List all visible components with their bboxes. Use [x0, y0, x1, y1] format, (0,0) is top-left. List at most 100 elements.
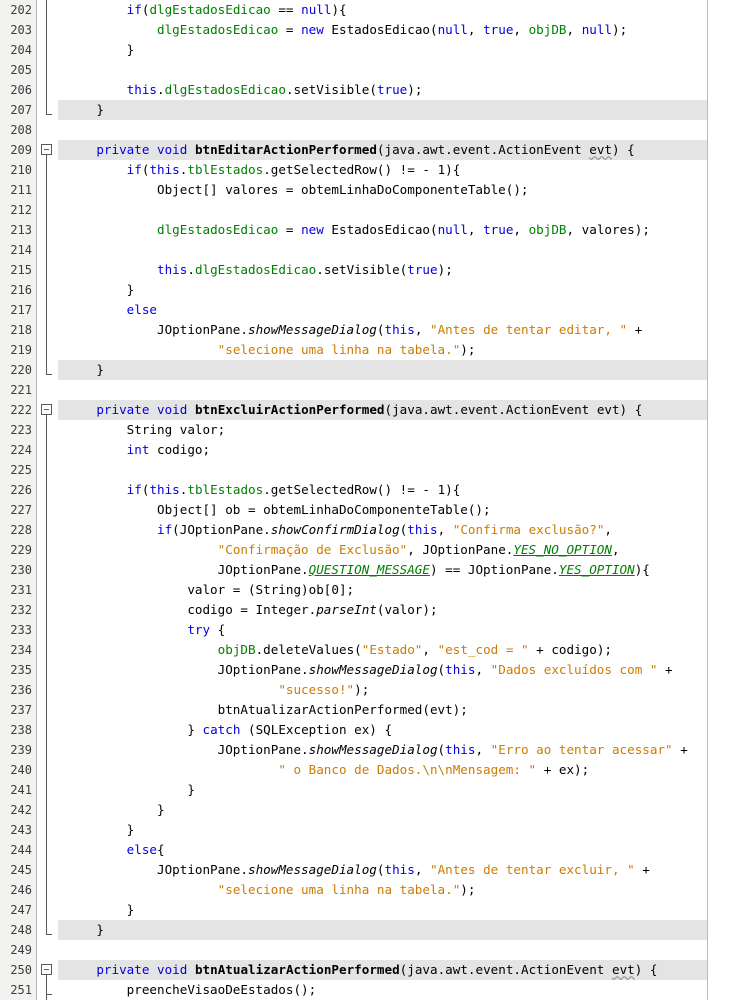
code-token-str: "Dados excluídos com " [490, 662, 658, 677]
code-line[interactable]: "selecione uma linha na tabela."); [0, 340, 739, 360]
code-line[interactable]: } [0, 40, 739, 60]
code-line[interactable] [0, 940, 739, 960]
code-line[interactable] [0, 120, 739, 140]
code-line[interactable]: this.dlgEstadosEdicao.setVisible(true); [0, 80, 739, 100]
code-line[interactable]: if(dlgEstadosEdicao == null){ [0, 0, 739, 20]
code-token-kw: private [96, 962, 150, 977]
code-line[interactable]: int codigo; [0, 440, 739, 460]
code-token-cst: YES_NO_OPTION [513, 542, 612, 557]
code-line[interactable]: this.dlgEstadosEdicao.setVisible(true); [0, 260, 739, 280]
code-token-kw: this [407, 522, 438, 537]
code-line[interactable]: } [0, 920, 739, 940]
code-line[interactable]: dlgEstadosEdicao = new EstadosEdicao(nul… [0, 220, 739, 240]
code-line[interactable]: " o Banco de Dados.\n\nMensagem: " + ex)… [0, 760, 739, 780]
code-token-pln [149, 962, 157, 977]
code-line[interactable] [0, 380, 739, 400]
code-token-pln [149, 142, 157, 157]
code-token-pln: (java.awt.event.ActionEvent [399, 962, 612, 977]
code-line[interactable]: valor = (String)ob[0]; [0, 580, 739, 600]
fold-range-line [46, 155, 47, 374]
code-token-pln: , JOptionPane. [407, 542, 514, 557]
code-editor-pane[interactable]: if(dlgEstadosEdicao == null){ dlgEstados… [0, 0, 739, 1000]
code-token-kw: this [157, 262, 188, 277]
code-line[interactable] [0, 200, 739, 220]
code-token-kw: void [157, 142, 188, 157]
code-line[interactable]: "sucesso!"); [0, 680, 739, 700]
code-line-text: else{ [66, 840, 165, 860]
code-token-fld: dlgEstadosEdicao [157, 222, 279, 237]
code-line[interactable]: private void btnAtualizarActionPerformed… [0, 960, 739, 980]
code-token-pln: , [513, 222, 529, 237]
fold-collapse-icon[interactable] [41, 144, 52, 155]
code-line[interactable]: if(JOptionPane.showConfirmDialog(this, "… [0, 520, 739, 540]
code-line-text: } catch (SQLException ex) { [66, 720, 392, 740]
code-line[interactable] [0, 60, 739, 80]
fold-collapse-icon[interactable] [41, 404, 52, 415]
code-line[interactable]: } [0, 820, 739, 840]
code-line[interactable]: JOptionPane.showMessageDialog(this, "Err… [0, 740, 739, 760]
code-line[interactable] [0, 460, 739, 480]
code-line[interactable]: String valor; [0, 420, 739, 440]
code-line[interactable]: } [0, 780, 739, 800]
code-line[interactable]: JOptionPane.showMessageDialog(this, "Dad… [0, 660, 739, 680]
code-line[interactable]: preencheVisaoDeEstados(); [0, 980, 739, 1000]
code-token-pln: valor = (String)ob[0]; [66, 582, 355, 597]
code-token-fld: dlgEstadosEdicao [164, 82, 286, 97]
code-line[interactable]: if(this.tblEstados.getSelectedRow() != -… [0, 160, 739, 180]
line-number-list: 202 203 204 205 206 207 208 209 210 211 212 213 214 2… [0, 0, 36, 1000]
code-token-kw: new [301, 222, 324, 237]
code-line[interactable]: } [0, 900, 739, 920]
code-line[interactable]: else [0, 300, 739, 320]
code-token-pln: } [66, 722, 203, 737]
code-line[interactable]: objDB.deleteValues("Estado", "est_cod = … [0, 640, 739, 660]
code-line[interactable]: "selecione uma linha na tabela."); [0, 880, 739, 900]
code-line[interactable]: private void btnEditarActionPerformed(ja… [0, 140, 739, 160]
line-number: 246 [10, 883, 32, 897]
code-token-kw: if [126, 162, 142, 177]
code-token-pln: == [270, 2, 302, 17]
code-token-pln: codigo; [149, 442, 211, 457]
code-line[interactable]: try { [0, 620, 739, 640]
code-line[interactable]: } [0, 100, 739, 120]
code-line[interactable]: codigo = Integer.parseInt(valor); [0, 600, 739, 620]
line-number: 216 [10, 283, 32, 297]
fold-collapse-icon[interactable] [41, 964, 52, 975]
code-line[interactable]: "Confirmação de Exclusão", JOptionPane.Y… [0, 540, 739, 560]
code-folding-margin[interactable] [37, 0, 58, 1000]
code-line[interactable]: } catch (SQLException ex) { [0, 720, 739, 740]
code-line[interactable]: } [0, 800, 739, 820]
code-line-text: " o Banco de Dados.\n\nMensagem: " + ex)… [66, 760, 589, 780]
code-token-kw: this [445, 662, 476, 677]
code-line[interactable]: else{ [0, 840, 739, 860]
code-token-pln: (JOptionPane. [172, 522, 271, 537]
fold-range-end-marker [46, 374, 52, 375]
code-line[interactable]: Object[] ob = obtemLinhaDoComponenteTabl… [0, 500, 739, 520]
code-line[interactable]: } [0, 280, 739, 300]
code-token-pln [66, 962, 96, 977]
code-token-pln [66, 402, 96, 417]
line-number: 206 [10, 83, 32, 97]
line-number: 237 [10, 703, 32, 717]
code-token-pln [66, 882, 218, 897]
code-line[interactable]: Object[] valores = obtemLinhaDoComponent… [0, 180, 739, 200]
code-token-fld: dlgEstadosEdicao [157, 22, 279, 37]
code-line-text: } [66, 800, 165, 820]
code-line[interactable]: JOptionPane.showMessageDialog(this, "Ant… [0, 860, 739, 880]
code-line[interactable]: btnAtualizarActionPerformed(evt); [0, 700, 739, 720]
code-token-pln [66, 482, 127, 497]
line-number: 214 [10, 243, 32, 257]
code-line-text: valor = (String)ob[0]; [66, 580, 354, 600]
code-line[interactable]: JOptionPane.QUESTION_MESSAGE) == JOption… [0, 560, 739, 580]
code-token-warn: evt [611, 962, 635, 977]
code-line[interactable]: if(this.tblEstados.getSelectedRow() != -… [0, 480, 739, 500]
code-line[interactable]: JOptionPane.showMessageDialog(this, "Ant… [0, 320, 739, 340]
code-token-kw: null [437, 22, 468, 37]
code-line[interactable]: } [0, 360, 739, 380]
code-line[interactable] [0, 240, 739, 260]
code-text-area[interactable]: if(dlgEstadosEdicao == null){ dlgEstados… [0, 0, 739, 1000]
code-token-fld: dlgEstadosEdicao [194, 262, 317, 277]
code-token-pln: JOptionPane. [66, 322, 248, 337]
code-token-pln [66, 302, 127, 317]
code-line[interactable]: dlgEstadosEdicao = new EstadosEdicao(nul… [0, 20, 739, 40]
code-line[interactable]: private void btnExcluirActionPerformed(j… [0, 400, 739, 420]
